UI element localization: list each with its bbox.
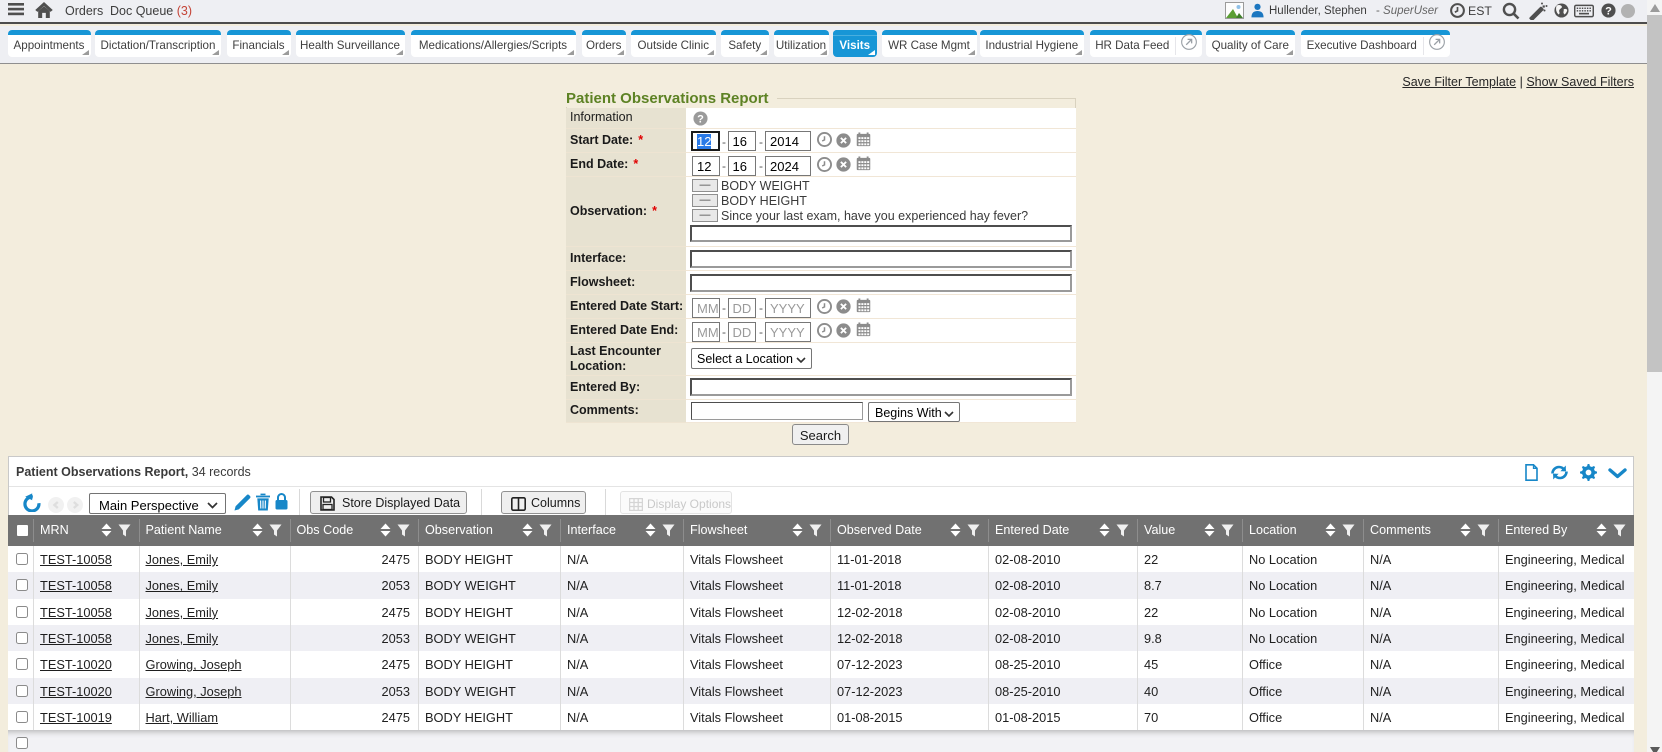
svg-text:?: ? (1605, 5, 1612, 17)
svg-text:?: ? (697, 113, 704, 125)
